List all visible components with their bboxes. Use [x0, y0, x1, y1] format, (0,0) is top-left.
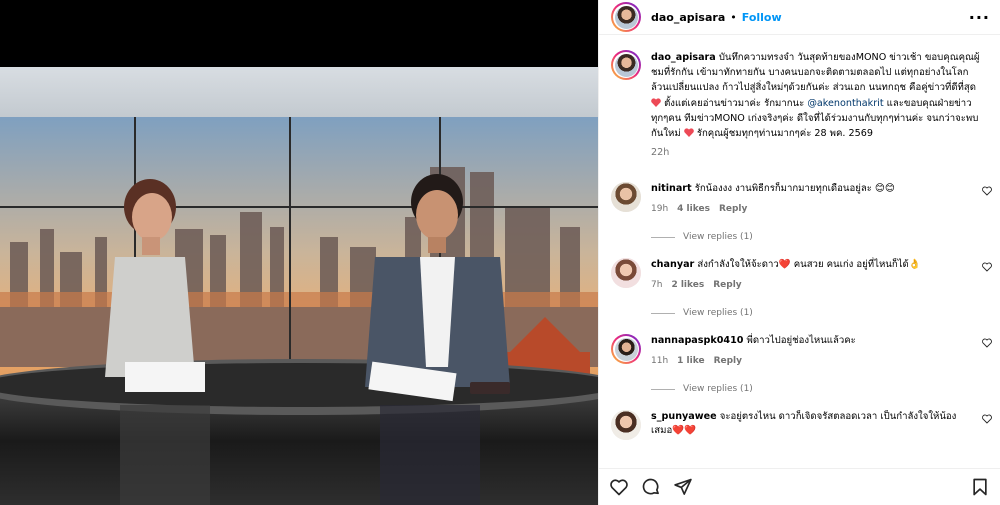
comment-username[interactable]: s_punyawee	[651, 411, 717, 422]
view-replies-button[interactable]: View replies (1)	[651, 308, 1000, 318]
post-header: dao_apisara • Follow ···	[599, 0, 1000, 35]
caption-text-2: ตั้งแต่เคยอ่านข่าวมาค่ะ รักมากนะ	[664, 97, 808, 109]
view-replies-button[interactable]: View replies (1)	[651, 384, 1000, 394]
separator-dot: •	[730, 10, 737, 24]
post-caption: dao_apisara บันทึกความทรงจำ วันสุดท้ายขอ…	[599, 36, 1000, 160]
comment-like-heart-icon[interactable]	[982, 262, 992, 273]
red-heart-emoji-icon	[651, 98, 661, 107]
caption-timestamp[interactable]: 22h	[651, 145, 981, 160]
comment-text: ส่งกำลังใจให้จ้ะดาว❤️ คนสวย คนเก่ง อยู่ท…	[697, 259, 921, 271]
follow-button[interactable]: Follow	[742, 11, 782, 24]
reply-button[interactable]: Reply	[719, 202, 747, 216]
view-replies-button[interactable]: View replies (1)	[651, 232, 1000, 242]
post-side-panel: dao_apisara • Follow ··· dao_apisara บัน…	[598, 0, 1000, 505]
caption-username[interactable]: dao_apisara	[651, 52, 716, 63]
comment-likes[interactable]: 1 like	[677, 354, 704, 368]
comment-likes[interactable]: 2 likes	[671, 278, 704, 292]
author-avatar[interactable]	[611, 2, 641, 32]
comment-item: s_punyawee จะอยู่ตรงไหน ดาวก็เจิดจรัสตลอ…	[599, 410, 1000, 441]
caption-text-4: รักคุณผู้ชมทุกๆท่านมากๆค่ะ 28 พค. 2569	[696, 128, 873, 140]
comment-username[interactable]: chanyar	[651, 259, 694, 270]
commenter-avatar[interactable]	[611, 334, 641, 365]
comments-scroll-area[interactable]: dao_apisara บันทึกความทรงจำ วันสุดท้ายขอ…	[599, 36, 1000, 468]
more-options-icon[interactable]: ···	[969, 8, 990, 27]
comment-likes[interactable]: 4 likes	[677, 202, 710, 216]
comment-like-heart-icon[interactable]	[982, 338, 992, 349]
comment-text: รักน้องงง งานพิธีกรก็มากมายทุกเดือนอยู่ล…	[694, 183, 895, 195]
reply-button[interactable]: Reply	[714, 354, 742, 368]
commenter-avatar[interactable]	[611, 410, 641, 441]
comment-like-heart-icon[interactable]	[982, 414, 992, 425]
post-action-bar	[599, 468, 1000, 505]
post-photo[interactable]	[0, 0, 598, 505]
comment-like-heart-icon[interactable]	[982, 186, 992, 197]
red-heart-emoji-icon	[683, 128, 694, 138]
author-username[interactable]: dao_apisara	[651, 11, 725, 24]
comment-username[interactable]: nannapaspk0410	[651, 335, 743, 346]
comment-time[interactable]: 11h	[651, 354, 668, 368]
comment-item: nitinart รักน้องงง งานพิธีกรก็มากมายทุกเ…	[599, 182, 1000, 216]
comment-item: nannapaspk0410 พี่ดาวไปอยู่ช่องไหนแล้วคะ…	[599, 334, 1000, 368]
commenter-avatar[interactable]	[611, 258, 641, 289]
comment-time[interactable]: 7h	[651, 278, 662, 292]
reply-button[interactable]: Reply	[713, 278, 741, 292]
comment-username[interactable]: nitinart	[651, 183, 692, 194]
bookmark-icon[interactable]	[970, 477, 990, 497]
comment-item: chanyar ส่งกำลังใจให้จ้ะดาว❤️ คนสวย คนเก…	[599, 258, 1000, 292]
share-icon[interactable]	[673, 477, 693, 497]
caption-mention-link[interactable]: @akenonthakrit	[807, 98, 883, 109]
comment-time[interactable]: 19h	[651, 202, 668, 216]
comment-icon[interactable]	[641, 477, 661, 497]
heart-icon[interactable]	[609, 477, 629, 497]
commenter-avatar[interactable]	[611, 182, 641, 213]
caption-avatar[interactable]	[611, 50, 641, 80]
news-studio-photo	[0, 67, 598, 505]
comment-text: พี่ดาวไปอยู่ช่องไหนแล้วคะ	[746, 335, 856, 347]
